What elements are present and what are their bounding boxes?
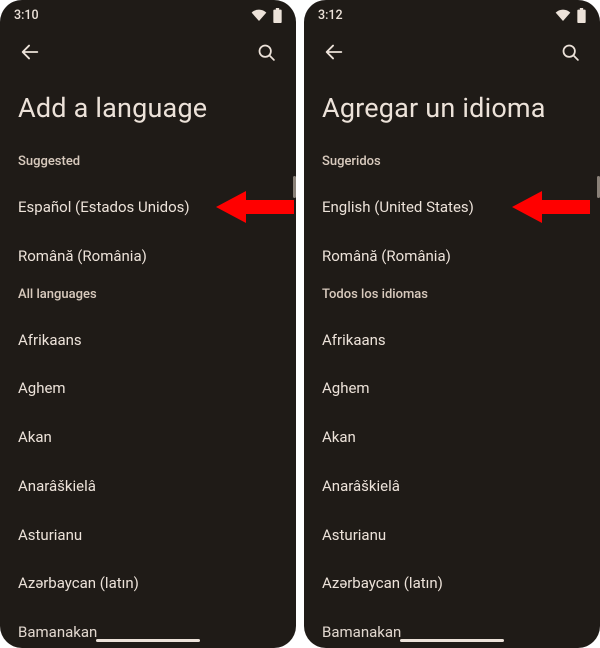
suggested-item-0[interactable]: English (United States) — [304, 183, 600, 232]
all-item-1[interactable]: Aghem — [304, 364, 600, 413]
status-icons — [251, 8, 282, 23]
all-item-6[interactable]: Bamanakan — [304, 608, 600, 642]
wifi-icon — [251, 9, 267, 21]
gesture-bar — [96, 639, 200, 643]
all-item-3[interactable]: Anarâškielâ — [0, 462, 296, 511]
status-icons — [555, 8, 586, 23]
all-item-5[interactable]: Azərbaycan (latın) — [304, 559, 600, 608]
gesture-bar — [400, 639, 504, 643]
all-item-1[interactable]: Aghem — [0, 364, 296, 413]
suggested-item-1[interactable]: Română (România) — [0, 232, 296, 281]
all-item-5[interactable]: Azərbaycan (latın) — [0, 559, 296, 608]
section-all-header: Todos los idiomas — [304, 281, 600, 316]
toolbar — [0, 30, 296, 74]
phone-right: 3:12 Agregar un idioma Sugeridos English… — [304, 0, 600, 648]
page-title: Add a language — [0, 74, 296, 148]
suggested-item-0[interactable]: Español (Estados Unidos) — [0, 183, 296, 232]
battery-icon — [577, 8, 586, 23]
phone-left: 3:10 Add a language Suggested Español (E… — [0, 0, 296, 648]
back-button[interactable] — [316, 34, 352, 70]
battery-icon — [273, 8, 282, 23]
comparison-stage: 3:10 Add a language Suggested Español (E… — [0, 0, 600, 648]
section-suggested-header: Suggested — [0, 148, 296, 183]
all-item-6[interactable]: Bamanakan — [0, 608, 296, 642]
section-suggested-header: Sugeridos — [304, 148, 600, 183]
page-title: Agregar un idioma — [304, 74, 600, 148]
toolbar — [304, 30, 600, 74]
back-button[interactable] — [12, 34, 48, 70]
all-item-4[interactable]: Asturianu — [304, 511, 600, 560]
all-item-3[interactable]: Anarâškielâ — [304, 462, 600, 511]
status-time: 3:10 — [14, 8, 39, 23]
section-all-header: All languages — [0, 281, 296, 316]
search-button[interactable] — [552, 34, 588, 70]
all-item-4[interactable]: Asturianu — [0, 511, 296, 560]
status-bar: 3:12 — [304, 0, 600, 30]
scroll-indicator — [293, 176, 296, 198]
search-button[interactable] — [248, 34, 284, 70]
all-item-0[interactable]: Afrikaans — [304, 316, 600, 365]
wifi-icon — [555, 9, 571, 21]
status-time: 3:12 — [318, 8, 343, 23]
suggested-item-1[interactable]: Română (România) — [304, 232, 600, 281]
all-item-0[interactable]: Afrikaans — [0, 316, 296, 365]
all-item-2[interactable]: Akan — [304, 413, 600, 462]
all-item-2[interactable]: Akan — [0, 413, 296, 462]
status-bar: 3:10 — [0, 0, 296, 30]
